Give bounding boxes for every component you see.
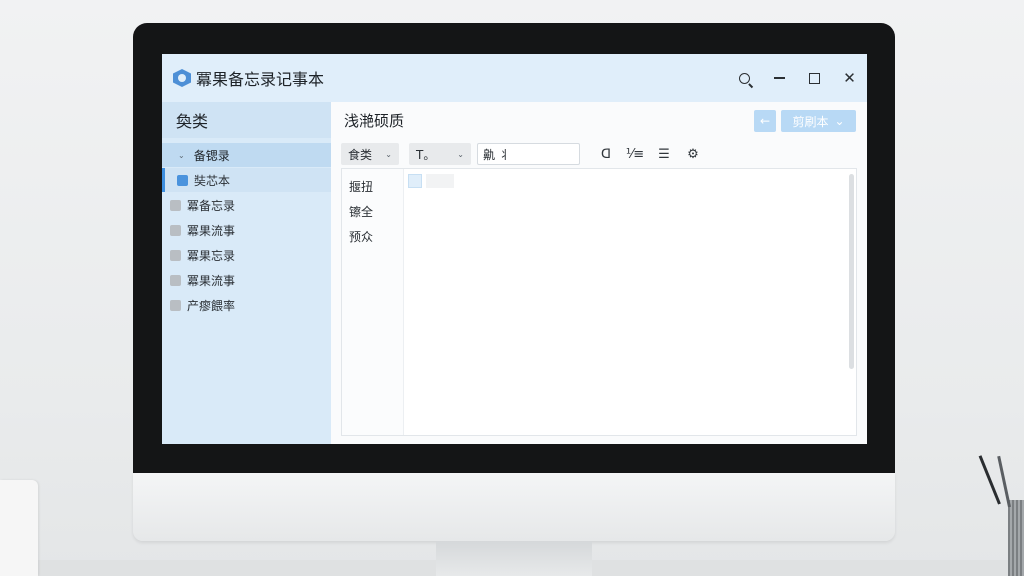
chevron-down-icon: ⌄: [457, 149, 464, 159]
search-input[interactable]: 鼽 ⺦: [477, 143, 580, 165]
monitor-chin: [133, 473, 895, 541]
sidebar-heading: 奐类: [162, 102, 331, 138]
mug: [0, 480, 38, 576]
sidebar-item-label: 冪果流事: [187, 273, 236, 288]
chevron-down-icon: ⌄: [834, 114, 845, 128]
maximize-icon: [809, 72, 820, 84]
numbered-list-icon[interactable]: ⅟≡: [623, 147, 647, 162]
editor-toolbar: 食类 ⌄ T。 ⌄ 鼽 ⺦ ᗡ ⅟≡ ☰ ⚙: [341, 142, 857, 166]
sidebar-item-label: 产瘳餵率: [187, 298, 236, 313]
monitor-stand: [436, 541, 592, 576]
main-content: 浅滟硕质 ← 剪刷本 ⌄ 食类 ⌄ T。 ⌄ 鼽 ⺦ ᗡ ⅟≡ ☰ ⚙ 揠扭 镲…: [331, 102, 867, 444]
notebook-icon: [177, 174, 188, 186]
app-logo-icon: [173, 69, 191, 87]
sidebar-item[interactable]: 冪备忘录: [162, 193, 331, 217]
panel-list-item[interactable]: 镲全: [342, 199, 403, 224]
sidebar-item-label: 冪果流事: [187, 223, 236, 238]
page-title: 浅滟硕质: [344, 112, 405, 130]
minimize-button[interactable]: [762, 54, 797, 102]
font-select[interactable]: T。 ⌄: [409, 143, 471, 165]
folder-icon: [170, 249, 181, 261]
window-controls: ✕: [727, 54, 867, 102]
maximize-button[interactable]: [797, 54, 832, 102]
sidebar-item-label: 冪备忘录: [187, 198, 236, 213]
search-icon: [739, 72, 750, 84]
minimize-icon: [774, 77, 785, 79]
sidebar-group-label: 备锶录: [193, 148, 230, 163]
gear-icon[interactable]: ⚙: [681, 147, 705, 162]
sidebar-group[interactable]: ⌄ 备锶录: [162, 143, 331, 167]
panel-side-list: 揠扭 镲全 预众: [342, 169, 404, 435]
category-select[interactable]: 食类 ⌄: [341, 143, 399, 165]
new-note-button[interactable]: 剪刷本 ⌄: [781, 110, 856, 132]
bulleted-list-icon[interactable]: ☰: [652, 147, 676, 162]
folder-icon: [170, 224, 181, 236]
chevron-down-icon: ⌄: [178, 150, 185, 160]
arrow-left-icon: ←: [759, 114, 771, 128]
title-bar[interactable]: 冪果备忘录记事本 ✕: [162, 54, 867, 102]
sidebar-item-label: 奘芯本: [194, 173, 231, 188]
sidebar-item-label: 冪果忘录: [187, 248, 236, 263]
font-select-value: T。: [416, 147, 436, 162]
close-icon: ✕: [843, 69, 856, 87]
category-select-value: 食类: [348, 147, 373, 162]
new-note-label: 剪刷本: [792, 114, 829, 129]
sidebar-item[interactable]: 冪果流事: [162, 218, 331, 242]
pen-cup: [1008, 500, 1024, 576]
folder-icon: [170, 299, 181, 311]
placeholder-block: [426, 174, 454, 188]
search-button[interactable]: [727, 54, 762, 102]
sidebar-item[interactable]: 冪果忘录: [162, 243, 331, 267]
chevron-down-icon: ⌄: [385, 149, 392, 159]
app-title: 冪果备忘录记事本: [196, 70, 325, 89]
back-button[interactable]: ←: [754, 110, 776, 132]
checkbox[interactable]: [408, 174, 422, 188]
sidebar-item-active[interactable]: 奘芯本: [162, 168, 331, 192]
sidebar-item[interactable]: 产瘳餵率: [162, 293, 331, 317]
editor-panel: 揠扭 镲全 预众: [341, 168, 857, 436]
sidebar-item[interactable]: 冪果流事: [162, 268, 331, 292]
folder-icon: [170, 274, 181, 286]
vertical-scrollbar[interactable]: [849, 174, 854, 369]
folder-icon: [170, 199, 181, 211]
panel-list-item[interactable]: 揠扭: [342, 174, 403, 199]
app-window: 冪果备忘录记事本 ✕ 奐类 ⌄ 备锶录 奘芯本 冪备忘录 冪果流事 冪果忘录 冪…: [162, 54, 867, 444]
panel-list-item[interactable]: 预众: [342, 224, 403, 249]
sidebar: 奐类 ⌄ 备锶录 奘芯本 冪备忘录 冪果流事 冪果忘录 冪果流事 产瘳餵率: [162, 102, 331, 444]
close-button[interactable]: ✕: [832, 54, 867, 102]
undo-icon[interactable]: ᗡ: [594, 147, 618, 162]
